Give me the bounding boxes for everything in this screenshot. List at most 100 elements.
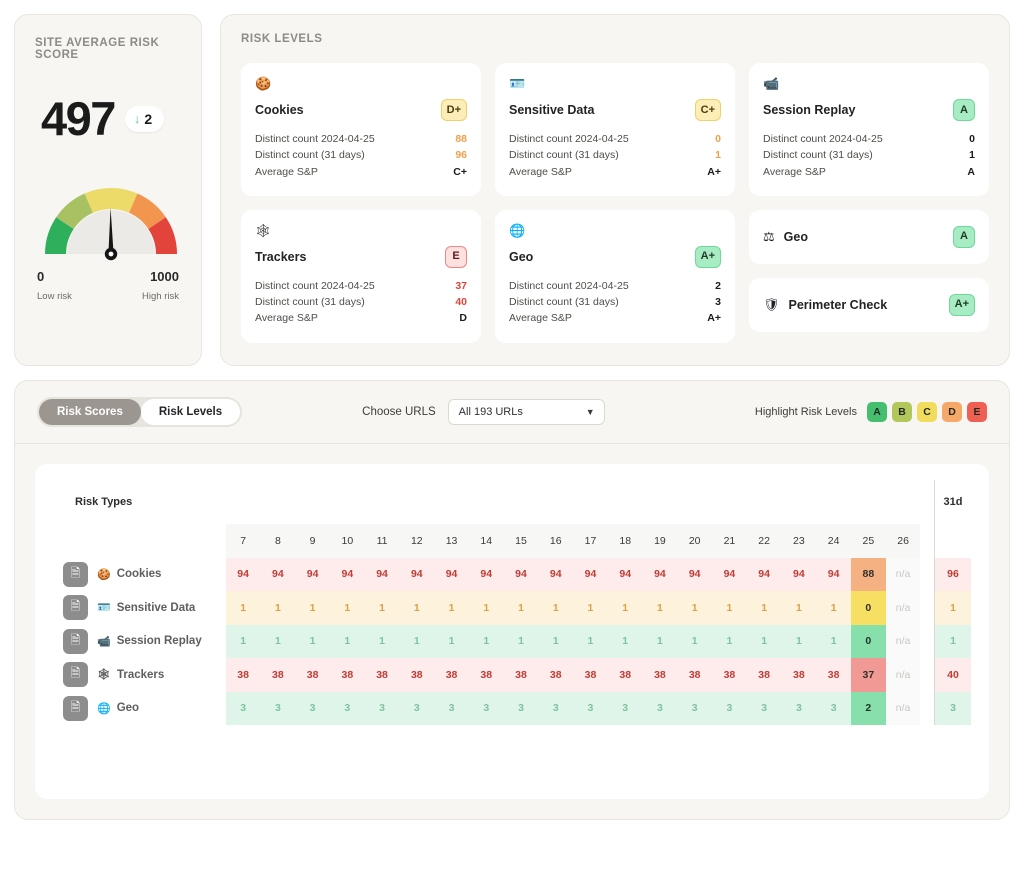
data-cell[interactable]: 1	[538, 624, 574, 659]
data-cell[interactable]: 1	[434, 591, 469, 625]
data-cell[interactable]: 3	[712, 691, 747, 726]
data-cell[interactable]: 1	[607, 624, 643, 659]
data-cell[interactable]: 38	[642, 658, 678, 692]
data-cell[interactable]: 94	[468, 557, 504, 592]
data-cell[interactable]: 1	[364, 624, 400, 659]
document-search-icon[interactable]: 🗎	[63, 595, 88, 621]
data-cell[interactable]: 38	[607, 658, 643, 692]
data-cell-today[interactable]: 37	[850, 658, 886, 692]
data-cell[interactable]: 1	[746, 624, 782, 659]
summary-cell-31d[interactable]: 96	[934, 557, 971, 592]
data-cell[interactable]: 1	[712, 591, 747, 625]
risk-card-compact[interactable]: 🛡 Perimeter Check A+	[749, 277, 989, 332]
data-cell[interactable]: 1	[295, 624, 330, 659]
data-cell[interactable]: 1	[364, 591, 400, 625]
data-cell[interactable]: 1	[573, 624, 608, 659]
data-cell[interactable]: 38	[399, 658, 435, 692]
data-cell[interactable]: 94	[677, 557, 713, 592]
data-cell[interactable]: 1	[642, 624, 678, 659]
tab-risk-levels[interactable]: Risk Levels	[140, 398, 241, 425]
data-cell[interactable]: 1	[712, 624, 747, 659]
data-cell[interactable]: 1	[225, 591, 261, 625]
data-cell[interactable]: 3	[225, 691, 261, 726]
data-cell[interactable]: 38	[573, 658, 608, 692]
data-cell[interactable]: 1	[538, 591, 574, 625]
data-cell-today[interactable]: 0	[850, 591, 886, 625]
data-cell-today[interactable]: 88	[850, 557, 886, 592]
url-select[interactable]: All 193 URLs ▼	[447, 398, 605, 425]
tab-risk-scores[interactable]: Risk Scores	[39, 398, 141, 425]
data-cell[interactable]: 1	[329, 591, 365, 625]
data-cell[interactable]: 1	[468, 591, 504, 625]
data-cell[interactable]: 1	[642, 591, 678, 625]
data-cell[interactable]: 1	[468, 624, 504, 659]
data-cell[interactable]: 94	[607, 557, 643, 592]
data-cell[interactable]: 1	[746, 591, 782, 625]
risk-card[interactable]: 🌐 Geo A+ Distinct count 2024-04-25 2 Distinct…	[495, 209, 735, 343]
data-cell[interactable]: 94	[295, 557, 330, 592]
data-cell[interactable]: 1	[677, 591, 713, 625]
data-cell[interactable]: 3	[816, 691, 851, 726]
risk-level-chip-b[interactable]: B	[892, 401, 912, 422]
data-cell[interactable]: 3	[642, 691, 678, 726]
data-cell[interactable]: 38	[260, 658, 296, 692]
data-cell[interactable]: 94	[712, 557, 747, 592]
data-cell[interactable]: 94	[781, 557, 817, 592]
data-cell[interactable]: 94	[816, 557, 851, 592]
data-cell[interactable]: 3	[329, 691, 365, 726]
data-cell[interactable]: 38	[364, 658, 400, 692]
risk-level-chip-a[interactable]: A	[867, 401, 887, 422]
data-cell[interactable]: 3	[503, 691, 539, 726]
summary-cell-31d[interactable]: 3	[934, 691, 971, 726]
data-cell[interactable]: 1	[503, 624, 539, 659]
data-cell[interactable]: 3	[746, 691, 782, 726]
data-cell[interactable]: 38	[677, 658, 713, 692]
data-cell[interactable]: 1	[607, 591, 643, 625]
data-cell[interactable]: 38	[329, 658, 365, 692]
summary-cell-31d[interactable]: 40	[934, 658, 971, 692]
data-cell[interactable]: 94	[573, 557, 608, 592]
data-cell[interactable]: 38	[295, 658, 330, 692]
data-cell[interactable]: 38	[503, 658, 539, 692]
document-search-icon[interactable]: 🗎	[63, 628, 88, 654]
data-cell[interactable]: 1	[781, 591, 817, 625]
data-cell[interactable]: 1	[399, 591, 435, 625]
data-cell[interactable]: 38	[538, 658, 574, 692]
data-cell[interactable]: 1	[260, 624, 296, 659]
data-cell[interactable]: 94	[642, 557, 678, 592]
document-search-icon[interactable]: 🗎	[63, 561, 88, 587]
data-cell[interactable]: 3	[434, 691, 469, 726]
data-cell[interactable]: 94	[538, 557, 574, 592]
data-cell[interactable]: 94	[225, 557, 261, 592]
document-search-icon[interactable]: 🗎	[63, 662, 88, 688]
data-cell[interactable]: 1	[295, 591, 330, 625]
data-cell[interactable]: 38	[468, 658, 504, 692]
data-cell[interactable]: 94	[503, 557, 539, 592]
risk-level-chip-c[interactable]: C	[917, 401, 937, 422]
data-cell[interactable]: 38	[816, 658, 851, 692]
data-cell[interactable]: 3	[399, 691, 435, 726]
data-cell[interactable]: 38	[434, 658, 469, 692]
data-cell[interactable]: 38	[225, 658, 261, 692]
data-cell[interactable]: 94	[364, 557, 400, 592]
data-cell[interactable]: 38	[746, 658, 782, 692]
data-cell[interactable]: 1	[503, 591, 539, 625]
data-cell[interactable]: 38	[781, 658, 817, 692]
data-cell[interactable]: 1	[399, 624, 435, 659]
risk-card[interactable]: 🪪 Sensitive Data C+ Distinct count 2024-04-…	[495, 63, 735, 196]
data-cell[interactable]: 1	[225, 624, 261, 659]
data-cell[interactable]: 1	[816, 591, 851, 625]
risk-card[interactable]: 📹 Session Replay A Distinct count 2024-04-2…	[749, 63, 989, 196]
data-cell[interactable]: 3	[573, 691, 608, 726]
data-cell-today[interactable]: 2	[850, 691, 886, 726]
data-cell[interactable]: 1	[260, 591, 296, 625]
data-cell[interactable]: 3	[781, 691, 817, 726]
data-cell[interactable]: 94	[260, 557, 296, 592]
data-cell[interactable]: 1	[781, 624, 817, 659]
risk-card-compact[interactable]: ⚖ Geo A	[749, 209, 989, 264]
data-cell[interactable]: 38	[712, 658, 747, 692]
data-cell[interactable]: 1	[329, 624, 365, 659]
summary-cell-31d[interactable]: 1	[934, 591, 971, 625]
data-cell[interactable]: 94	[399, 557, 435, 592]
risk-card[interactable]: 🍪 Cookies D+ Distinct count 2024-04-25 88 Dis…	[241, 63, 481, 196]
